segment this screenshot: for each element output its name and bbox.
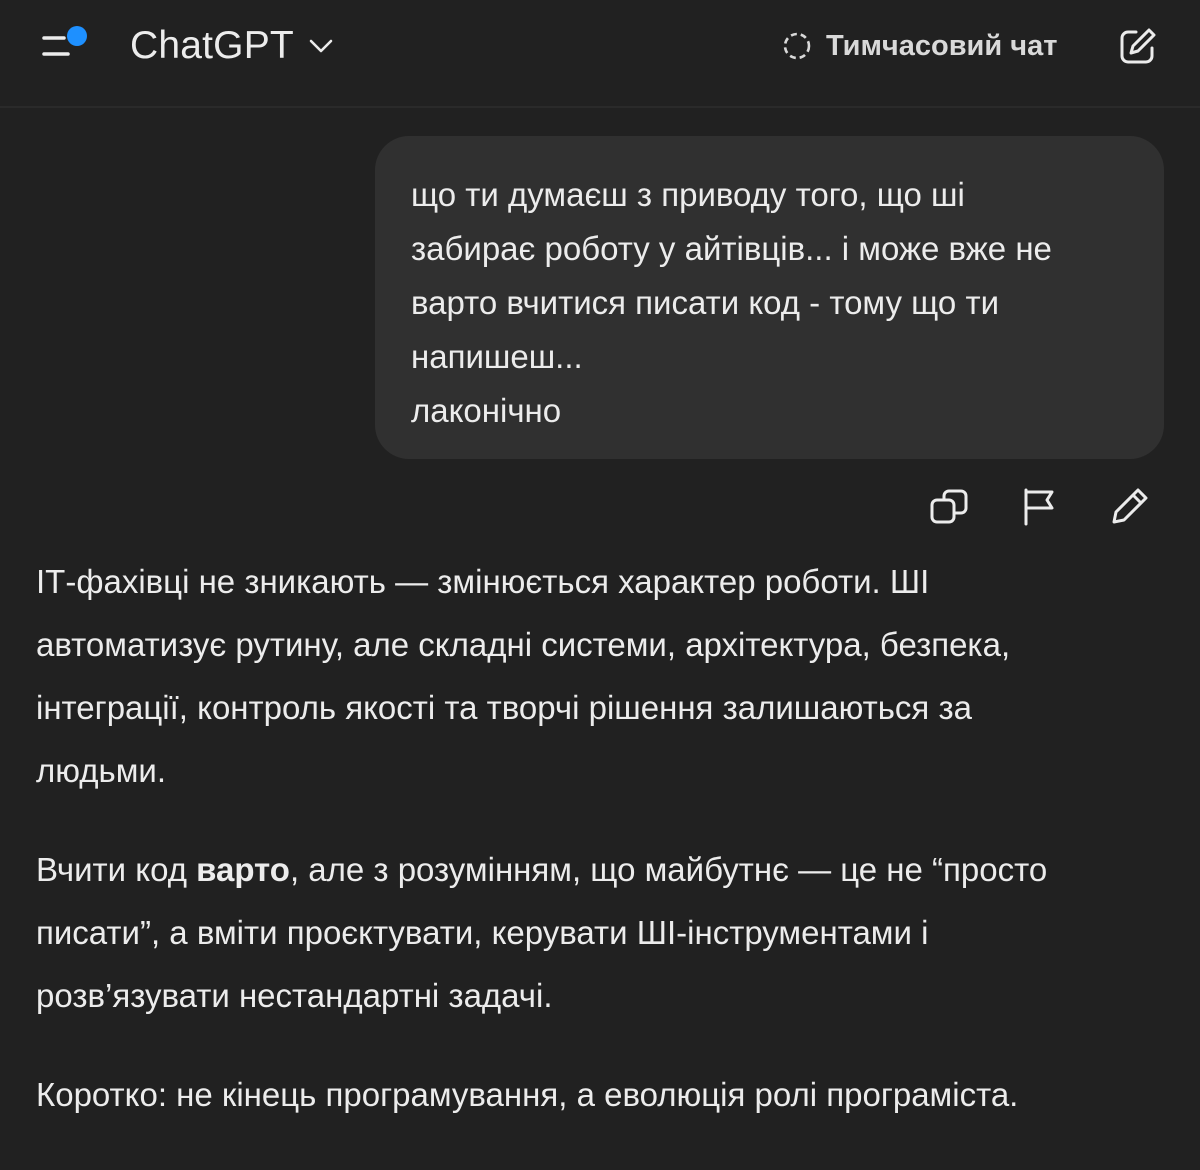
user-message-bubble: що ти думаєш з приводу того, що ші забир…	[375, 136, 1164, 459]
copy-icon	[930, 489, 968, 524]
user-message-line: що ти думаєш з приводу того, що ші	[411, 176, 965, 213]
user-message-line: варто вчитися писати код - тому що ти	[411, 284, 1000, 321]
new-chat-icon	[1120, 28, 1156, 64]
new-chat-button[interactable]	[1114, 22, 1162, 70]
user-message-line: лаконічно	[411, 392, 562, 429]
assistant-line: людьми.	[36, 752, 167, 789]
assistant-paragraph-1: ІТ-фахівці не зникають — змінюється хара…	[36, 550, 1166, 802]
assistant-line: інтеграції, контроль якості та творчі рі…	[36, 689, 972, 726]
chevron-down-icon	[309, 39, 333, 53]
assistant-line: Вчити код варто, але з розумінням, що ма…	[36, 838, 1166, 901]
menu-button[interactable]	[34, 22, 94, 70]
assistant-paragraph-2: Вчити код варто, але з розумінням, що ма…	[36, 838, 1166, 1027]
assistant-line: розв’язувати нестандартні задачі.	[36, 977, 553, 1014]
user-message-line: напишеш...	[411, 338, 583, 375]
top-bar: ChatGPT Тимчасовий чат	[0, 0, 1200, 108]
assistant-paragraph-3: Коротко: не кінець програмування, а евол…	[36, 1063, 1166, 1126]
report-button[interactable]	[1018, 484, 1062, 530]
flag-icon	[1024, 488, 1054, 526]
chat-screen: ChatGPT Тимчасовий чат що ти думаєш з пр…	[0, 0, 1200, 1170]
assistant-message: ІТ-фахівці не зникають — змінюється хара…	[36, 550, 1166, 1126]
notification-dot	[67, 26, 87, 46]
temporary-chat-toggle[interactable]: Тимчасовий чат	[780, 24, 1057, 68]
user-message-line: забирає роботу у айтівців... і може вже …	[411, 230, 1052, 267]
model-selector[interactable]: ChatGPT	[130, 18, 334, 74]
assistant-line: автоматизує рутину, але складні системи,…	[36, 626, 1011, 663]
assistant-bold-text: варто	[196, 851, 290, 888]
assistant-line: писати”, а вміти проєктувати, керувати Ш…	[36, 914, 929, 951]
assistant-text: Вчити код	[36, 851, 197, 888]
assistant-text: , але з розумінням, що майбутнє — це не …	[289, 851, 1048, 888]
model-name: ChatGPT	[130, 24, 294, 67]
temporary-chat-icon	[783, 32, 811, 60]
copy-button[interactable]	[928, 484, 972, 530]
user-message-actions	[920, 484, 1160, 530]
menu-icon	[42, 26, 87, 56]
temporary-chat-label: Тимчасовий чат	[826, 29, 1058, 62]
assistant-line: ІТ-фахівці не зникають — змінюється хара…	[36, 563, 930, 600]
edit-icon	[1112, 488, 1148, 524]
edit-button[interactable]	[1108, 484, 1152, 530]
assistant-line: Коротко: не кінець програмування, а евол…	[36, 1076, 1019, 1113]
